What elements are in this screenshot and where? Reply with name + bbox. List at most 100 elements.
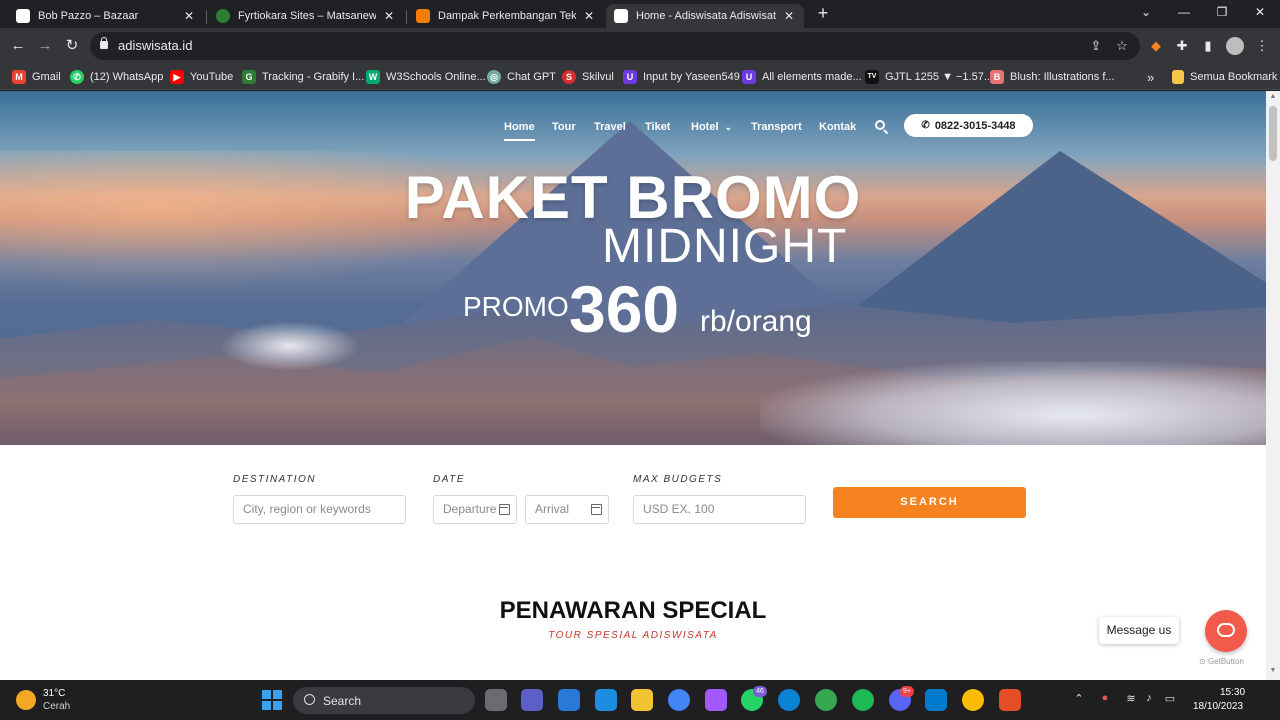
bookmark-label: Chat GPT xyxy=(507,71,556,83)
taskbar-search[interactable]: Search xyxy=(293,687,475,714)
close-icon[interactable]: ✕ xyxy=(382,9,396,23)
bookmark-w3schools[interactable]: W W3Schools Online... xyxy=(366,68,486,86)
nav-tour[interactable]: Tour xyxy=(552,121,576,141)
minimize-icon[interactable]: — xyxy=(1176,5,1192,19)
close-icon[interactable]: ✕ xyxy=(582,9,596,23)
volume-icon[interactable]: ♪ xyxy=(1142,692,1156,704)
departure-date-input[interactable]: Departure xyxy=(433,495,517,524)
getbutton-logo-icon: ⊙ xyxy=(1199,657,1206,666)
forward-arrow-icon[interactable]: → xyxy=(35,36,55,56)
bookmarks-overflow-icon[interactable]: » xyxy=(1147,68,1154,86)
bookmark-label: Tracking - Grabify I... xyxy=(262,71,365,83)
tab-fyrtiokara[interactable]: Fyrtiokara Sites – Matsanewa 45 ✕ xyxy=(208,4,404,28)
budget-input[interactable]: USD EX. 100 xyxy=(633,495,806,524)
bookmark-whatsapp[interactable]: ✆ (12) WhatsApp xyxy=(70,68,163,86)
bookmark-star-icon[interactable]: ☆ xyxy=(1114,38,1130,54)
nav-home[interactable]: Home xyxy=(504,121,535,141)
message-us-bubble[interactable]: Message us xyxy=(1099,617,1179,644)
tab-adiswisata[interactable]: Home - Adiswisata Adiswisata A ✕ xyxy=(606,4,804,28)
maximize-icon[interactable]: ❐ xyxy=(1214,5,1230,19)
bookmark-label: Gmail xyxy=(32,71,61,83)
bookmark-youtube[interactable]: ▶ YouTube xyxy=(170,68,233,86)
calendar-icon[interactable] xyxy=(591,504,602,515)
file-explorer-icon[interactable] xyxy=(631,689,653,711)
extensions-puzzle-icon[interactable]: ✚ xyxy=(1174,38,1190,54)
ui-icon: U xyxy=(742,70,756,84)
weather-sun-icon[interactable] xyxy=(16,690,36,710)
figma-icon[interactable] xyxy=(705,689,727,711)
clock-time[interactable]: 15:30 xyxy=(1220,687,1245,698)
ui-icon: U xyxy=(623,70,637,84)
calendar-icon[interactable] xyxy=(499,504,510,515)
bookmark-grabify[interactable]: G Tracking - Grabify I... xyxy=(242,68,364,86)
start-icon[interactable] xyxy=(262,690,282,710)
security-alert-icon[interactable]: ● xyxy=(1098,692,1112,704)
search-button[interactable]: SEARCH xyxy=(833,487,1026,518)
all-bookmarks[interactable]: Semua Bookmark xyxy=(1172,68,1277,86)
scrollbar-thumb[interactable] xyxy=(1269,106,1277,161)
task-view-icon[interactable] xyxy=(485,689,507,711)
window-close-icon[interactable]: ✕ xyxy=(1252,5,1268,19)
edge-icon[interactable] xyxy=(778,689,800,711)
tray-overflow-chevron-icon[interactable]: ⌃ xyxy=(1072,692,1086,705)
chat-button[interactable] xyxy=(1205,610,1247,652)
nav-hotel[interactable]: Hotel ⌄ xyxy=(691,121,732,141)
new-tab-button[interactable]: + xyxy=(814,4,832,24)
chrome-icon[interactable] xyxy=(668,689,690,711)
share-icon[interactable]: ⇪ xyxy=(1088,38,1104,54)
vscode-icon[interactable] xyxy=(925,689,947,711)
bookmark-tradingview[interactable]: TV GJTL 1255 ▼ −1.57... xyxy=(865,68,993,86)
hero-banner: Home Tour Travel Tiket Hotel ⌄ Transport… xyxy=(0,91,1266,445)
weather-temperature[interactable]: 31°C xyxy=(43,688,65,699)
launcher-l-icon[interactable] xyxy=(595,689,617,711)
teams-chat-icon[interactable] xyxy=(521,689,543,711)
close-icon[interactable]: ✕ xyxy=(782,9,796,23)
battery-icon[interactable]: ▭ xyxy=(1163,692,1177,705)
metamask-extension-icon[interactable]: ◆ xyxy=(1148,38,1164,54)
search-icon[interactable] xyxy=(874,119,890,135)
spotify-icon[interactable] xyxy=(852,689,874,711)
close-icon[interactable]: ✕ xyxy=(182,9,196,23)
nav-travel[interactable]: Travel xyxy=(594,121,626,141)
bookmark-all-elements[interactable]: U All elements made... xyxy=(742,68,862,86)
arrival-date-input[interactable]: Arrival xyxy=(525,495,609,524)
page-scrollbar[interactable]: ▲ ▼ xyxy=(1266,91,1280,680)
destination-input[interactable]: City, region or keywords xyxy=(233,495,406,524)
nav-tiket[interactable]: Tiket xyxy=(645,121,670,141)
bookmark-chatgpt[interactable]: ◎ Chat GPT xyxy=(487,68,556,86)
url-text[interactable]: adiswisata.id xyxy=(118,38,192,53)
back-arrow-icon[interactable]: ← xyxy=(8,36,28,56)
side-panel-icon[interactable]: ▮ xyxy=(1200,38,1216,54)
scroll-up-icon[interactable]: ▲ xyxy=(1269,93,1277,100)
reload-icon[interactable]: ↻ xyxy=(62,36,82,56)
tab-dampak[interactable]: Dampak Perkembangan Teknolo ✕ xyxy=(408,4,604,28)
tab-bazaar[interactable]: Bob Pazzo – Bazaar ✕ xyxy=(8,4,204,28)
tab-separator xyxy=(406,10,407,24)
address-bar[interactable]: adiswisata.id ⇪ ☆ xyxy=(90,32,1140,60)
bookmark-gmail[interactable]: M Gmail xyxy=(12,68,61,86)
grabify-icon: G xyxy=(242,70,256,84)
phone-icon: ✆ xyxy=(921,120,930,131)
profile-avatar[interactable] xyxy=(1226,37,1244,55)
tab-search-chevron-icon[interactable]: ⌄ xyxy=(1138,5,1154,19)
scroll-down-icon[interactable]: ▼ xyxy=(1269,667,1277,674)
all-bookmarks-label: Semua Bookmark xyxy=(1190,71,1278,83)
phone-button[interactable]: ✆ 0822-3015-3448 xyxy=(904,114,1033,137)
nav-transport[interactable]: Transport xyxy=(751,121,802,141)
bookmark-blush[interactable]: B Blush: Illustrations f... xyxy=(990,68,1115,86)
nav-kontak[interactable]: Kontak xyxy=(819,121,856,141)
winrar-icon[interactable] xyxy=(999,689,1021,711)
lock-icon[interactable] xyxy=(100,37,108,49)
clock-date[interactable]: 18/10/2023 xyxy=(1193,701,1243,712)
chrome-profile-icon[interactable] xyxy=(962,689,984,711)
folder-icon xyxy=(1172,70,1184,84)
menu-dots-icon[interactable]: ⋮ xyxy=(1254,38,1270,54)
youtube-icon: ▶ xyxy=(170,70,184,84)
ms-store-icon[interactable] xyxy=(558,689,580,711)
bookmark-skilvul[interactable]: S Skilvul xyxy=(562,68,614,86)
bookmark-input-yaseen[interactable]: U Input by Yaseen549 xyxy=(623,68,740,86)
chrome-alt-icon[interactable] xyxy=(815,689,837,711)
getbutton-credit[interactable]: ⊙ GetButton xyxy=(1199,657,1244,666)
weather-condition[interactable]: Cerah xyxy=(43,701,70,712)
wifi-icon[interactable]: ≋ xyxy=(1124,692,1138,705)
